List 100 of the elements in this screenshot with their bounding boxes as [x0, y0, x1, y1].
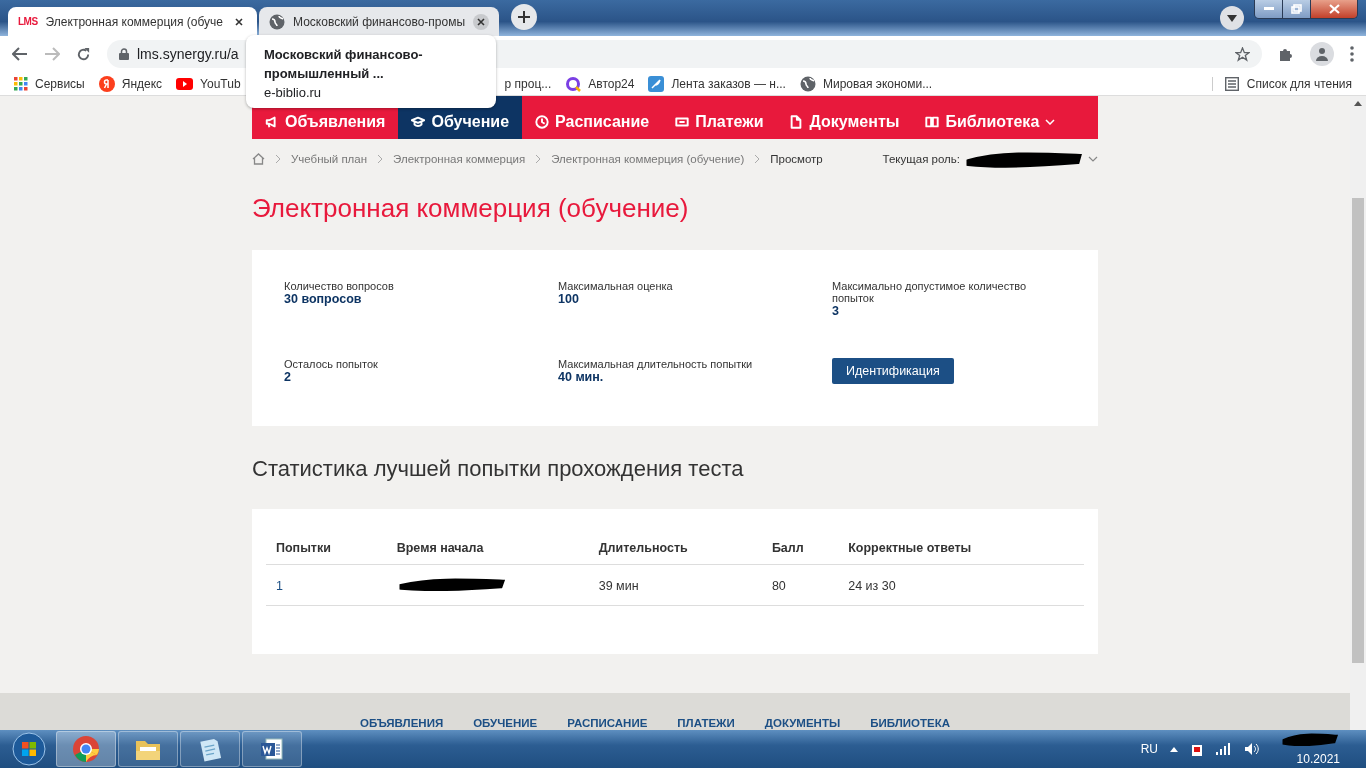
column-header: Время начала — [386, 537, 589, 565]
yandex-icon — [98, 75, 115, 92]
info-value: 100 — [558, 292, 580, 306]
identification-button[interactable]: Идентификация — [832, 358, 954, 384]
restore-icon — [1291, 4, 1302, 14]
footer-link[interactable]: ОБУЧЕНИЕ — [473, 717, 538, 730]
bookmark-link[interactable]: Мировая экономи... — [822, 76, 933, 91]
redaction-mark — [1280, 732, 1340, 746]
footer-link[interactable]: ОБЪЯВЛЕНИЯ — [359, 717, 444, 730]
chevron-right-icon — [275, 154, 281, 164]
close-icon[interactable] — [473, 13, 490, 30]
play-icon — [176, 77, 194, 90]
info-label: Количество вопросов — [284, 280, 395, 292]
person-icon — [1315, 47, 1329, 61]
bookmark-link[interactable]: р проц... — [504, 76, 552, 91]
apps-grid-icon — [14, 76, 28, 91]
attempt-link[interactable]: 1 — [266, 564, 387, 606]
info-label: Осталось попыток — [284, 358, 379, 370]
info-value: 2 — [284, 370, 292, 384]
info-label: Максимально допустимое количество попыток — [832, 280, 1028, 304]
chrome-icon — [73, 736, 99, 762]
nav-tab[interactable]: Документы — [776, 96, 913, 139]
breadcrumb-link[interactable]: Электронная коммерция (обучение) — [551, 153, 745, 165]
nav-tab[interactable]: Библиотека — [912, 96, 1069, 139]
graduation-cap-icon — [411, 114, 426, 129]
globe-icon — [799, 75, 816, 92]
footer-link[interactable]: БИБЛИОТЕКА — [870, 717, 950, 730]
section-heading: Статистика лучшей попытки прохождения теста — [252, 456, 745, 483]
minimize-button[interactable] — [1255, 0, 1283, 18]
breadcrumb-current: Просмотр — [770, 153, 823, 165]
signal-icon[interactable] — [1216, 743, 1232, 755]
caret-up-icon[interactable] — [1170, 746, 1178, 752]
page-title: Электронная коммерция (обучение) — [252, 193, 690, 225]
bookmark-link[interactable]: YouTub — [200, 76, 241, 91]
info-value: 30 вопросов — [284, 292, 363, 306]
column-header: Корректные ответы — [838, 537, 1084, 565]
info-label: Максимальная длительность попытки — [558, 358, 754, 370]
browser-tab[interactable]: LMS Электронная коммерция (обуче — [8, 7, 258, 36]
breadcrumb-link[interactable]: Учебный план — [291, 153, 368, 165]
speaker-icon[interactable] — [1244, 742, 1260, 756]
close-button[interactable] — [1311, 0, 1357, 18]
minimize-icon — [1263, 7, 1274, 11]
clock[interactable]: 10.2021 — [1296, 752, 1340, 766]
chevron-down-icon[interactable] — [1088, 156, 1098, 162]
column-header: Балл — [761, 537, 839, 565]
taskbar-app[interactable] — [180, 731, 240, 767]
back-icon[interactable] — [12, 47, 28, 61]
notepad-icon — [200, 738, 222, 762]
lock-icon — [119, 48, 129, 60]
bookmark-link[interactable]: Лента заказов — н... — [671, 76, 786, 91]
feather-icon — [648, 75, 665, 92]
table-cell: 24 из 30 — [838, 564, 1084, 606]
new-tab-button[interactable] — [511, 4, 538, 30]
book-icon — [925, 114, 940, 129]
chevron-right-icon — [754, 154, 761, 164]
tab-search-button[interactable] — [1220, 6, 1244, 30]
role-label: Текущая роль: — [882, 153, 960, 165]
bookmark-link[interactable]: Сервисы — [35, 76, 85, 91]
home-icon[interactable] — [252, 153, 265, 165]
table-cell: 39 мин — [588, 564, 762, 606]
reload-icon[interactable] — [76, 46, 91, 62]
reading-list-link[interactable]: Список для чтения — [1246, 76, 1352, 91]
info-value: 3 — [832, 304, 840, 318]
clock-icon — [535, 114, 550, 129]
folder-icon — [136, 741, 160, 760]
document-icon — [261, 738, 283, 760]
column-header: Попытки — [266, 537, 387, 565]
taskbar-app[interactable] — [56, 731, 116, 767]
language-indicator[interactable]: RU — [1140, 742, 1158, 756]
maximize-button[interactable] — [1283, 0, 1311, 18]
bookmark-link[interactable]: Яндекс — [121, 76, 163, 91]
chevron-right-icon — [535, 154, 542, 164]
globe-icon — [269, 13, 286, 30]
info-value: 40 мин. — [558, 370, 605, 384]
close-icon — [1328, 4, 1340, 14]
info-label: Максимальная оценка — [558, 280, 674, 292]
puzzle-icon[interactable] — [1278, 46, 1294, 62]
breadcrumb-link[interactable]: Электронная коммерция — [393, 153, 526, 165]
column-header: Длительность — [588, 537, 762, 565]
footer-link[interactable]: ПЛАТЕЖИ — [677, 717, 735, 730]
footer-link[interactable]: ДОКУМЕНТЫ — [764, 717, 841, 730]
browser-tab[interactable]: Московский финансово-промы — [259, 7, 500, 36]
site-logo: LMS — [18, 16, 38, 27]
nav-tab[interactable]: Расписание — [522, 96, 663, 139]
star-icon[interactable] — [1235, 46, 1250, 62]
taskbar-app[interactable] — [242, 731, 302, 767]
caret-down-icon — [1227, 14, 1237, 22]
nav-tab[interactable]: Платежи — [662, 96, 777, 139]
bookmark-link[interactable]: Автор24 — [588, 76, 635, 91]
plus-icon — [518, 11, 531, 23]
footer-link[interactable]: РАСПИСАНИЕ — [567, 717, 648, 730]
menu-icon[interactable] — [1350, 46, 1354, 62]
chevron-right-icon — [377, 154, 384, 164]
list-icon — [1224, 76, 1239, 91]
table-cell: 80 — [761, 564, 839, 606]
scroll-up-icon[interactable] — [1354, 101, 1362, 106]
taskbar-app[interactable] — [118, 731, 178, 767]
document-icon — [789, 114, 804, 129]
ring-icon — [565, 75, 582, 92]
profile-button[interactable] — [1310, 42, 1334, 66]
